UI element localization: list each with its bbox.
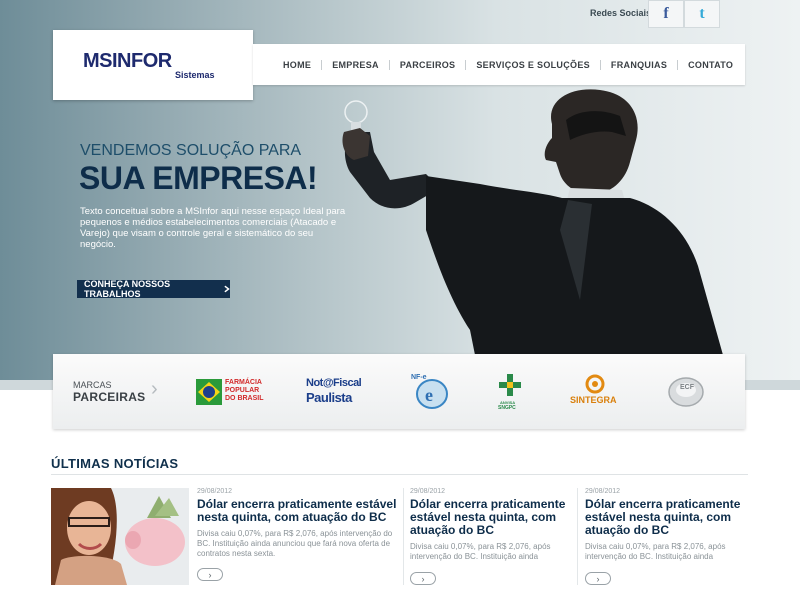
news-section-title: ÚLTIMAS NOTÍCIAS [51, 456, 179, 471]
news-thumbnail-woman-piggybank[interactable] [51, 488, 189, 585]
ecf-logo-icon [668, 377, 704, 407]
man-holding-lightbulb-image [342, 89, 730, 380]
logo-subtitle: Sistemas [175, 70, 215, 80]
main-navigation: HOME EMPRESA PARCEIROS SERVIÇOS E SOLUÇÕ… [253, 44, 745, 85]
twitter-icon: t [699, 5, 705, 22]
news-date: 29/08/2012 [410, 488, 446, 495]
chevron-right-icon [223, 285, 230, 293]
cta-label: CONHEÇA NOSSOS TRABALHOS [84, 279, 171, 299]
nav-divider [465, 59, 467, 70]
news-headline-link[interactable]: Dólar encerra praticamente estável nesta… [585, 498, 745, 537]
sintegra-logo-icon [585, 374, 605, 394]
read-more-button[interactable]: › [410, 572, 436, 585]
social-networks-label: Redes Sociais [590, 8, 652, 18]
chevron-right-icon: › [421, 573, 425, 584]
partners-label-small: MARCAS [73, 380, 112, 390]
farmacia-text-1: FARMÁCIA [225, 379, 262, 386]
cta-button[interactable]: CONHEÇA NOSSOS TRABALHOS [77, 279, 230, 299]
farmacia-text-2: POPULAR [225, 387, 260, 394]
chevron-right-icon: › [596, 573, 600, 584]
nav-franquias[interactable]: FRANQUIAS [611, 60, 667, 70]
news-headline-link[interactable]: Dólar encerra praticamente estável nesta… [410, 498, 570, 537]
logo-wordmark: MSINFOR [83, 50, 172, 72]
nav-parceiros[interactable]: PARCEIROS [400, 60, 456, 70]
facebook-icon: f [663, 5, 669, 22]
partner-nfe[interactable]: e NF-e [408, 374, 454, 410]
hero-description: Texto conceitual sobre a MSInfor aqui ne… [80, 206, 346, 250]
partner-brands-bar: MARCAS PARCEIRAS › FARMÁCIA POPULAR DO B… [53, 354, 745, 429]
nav-divider [321, 59, 323, 70]
read-more-button[interactable]: › [197, 568, 223, 581]
news-summary: Divisa caiu 0,07%, para R$ 2,076, após i… [197, 529, 393, 558]
anvisa-logo-icon [499, 374, 521, 396]
partner-farmacia-popular[interactable]: FARMÁCIA POPULAR DO BRASIL [196, 374, 268, 410]
nav-divider [599, 59, 601, 70]
hero-pretitle: VENDEMOS SOLUÇÃO PARA [80, 142, 302, 159]
partner-sintegra[interactable]: SINTEGRA [566, 374, 626, 410]
twitter-button[interactable]: t [684, 0, 720, 28]
nav-contato[interactable]: CONTATO [688, 60, 733, 70]
news-summary: Divisa caiu 0,07%, para R$ 2,076, após i… [585, 542, 726, 561]
nav-home[interactable]: HOME [283, 60, 311, 70]
nfe-text: NF-e [411, 374, 427, 381]
nav-servicos-e-solucoes[interactable]: SERVIÇOS E SOLUÇÕES [476, 60, 590, 70]
sngpc-text: SNGPC [498, 405, 516, 411]
news-date: 29/08/2012 [197, 488, 233, 495]
news-date: 29/08/2012 [585, 488, 621, 495]
news-divider [51, 474, 748, 475]
nav-divider [388, 59, 390, 70]
site-logo[interactable]: MSINFOR Sistemas [53, 30, 253, 100]
brazil-flag-icon [196, 379, 222, 405]
read-more-button[interactable]: › [585, 572, 611, 585]
partners-label-big: PARCEIRAS [73, 390, 146, 404]
partner-nota-fiscal-paulista[interactable]: Not@Fiscal Paulista [306, 374, 368, 410]
partner-ecf[interactable]: ECF [667, 374, 707, 410]
news-summary: Divisa caiu 0,07%, para R$ 2,076, após i… [410, 542, 551, 561]
news-headline-link[interactable]: Dólar encerra praticamente estável nesta… [197, 498, 397, 524]
nav-divider [677, 59, 679, 70]
chevron-right-icon: › [208, 569, 212, 580]
ecf-text: ECF [680, 384, 694, 391]
facebook-button[interactable]: f [648, 0, 684, 28]
sintegra-text: SINTEGRA [570, 395, 617, 405]
nota-fiscal-text: Not@Fiscal [306, 377, 362, 389]
nota-paulista-text: Paulista [306, 390, 352, 405]
news-item: 29/08/2012 Dólar encerra praticamente es… [410, 488, 570, 562]
news-column-divider [577, 488, 578, 585]
svg-text:e: e [425, 385, 433, 405]
nav-empresa[interactable]: EMPRESA [332, 60, 379, 70]
news-column-divider [403, 488, 404, 585]
partner-anvisa-sngpc[interactable]: ANVISA SNGPC [493, 374, 531, 411]
hero-title: SUA EMPRESA! [79, 160, 318, 196]
news-item: 29/08/2012 Dólar encerra praticamente es… [585, 488, 745, 562]
farmacia-text-3: DO BRASIL [225, 395, 264, 402]
chevron-right-icon: › [151, 378, 158, 400]
news-photo [51, 488, 189, 585]
news-item: 29/08/2012 Dólar encerra praticamente es… [197, 488, 397, 559]
